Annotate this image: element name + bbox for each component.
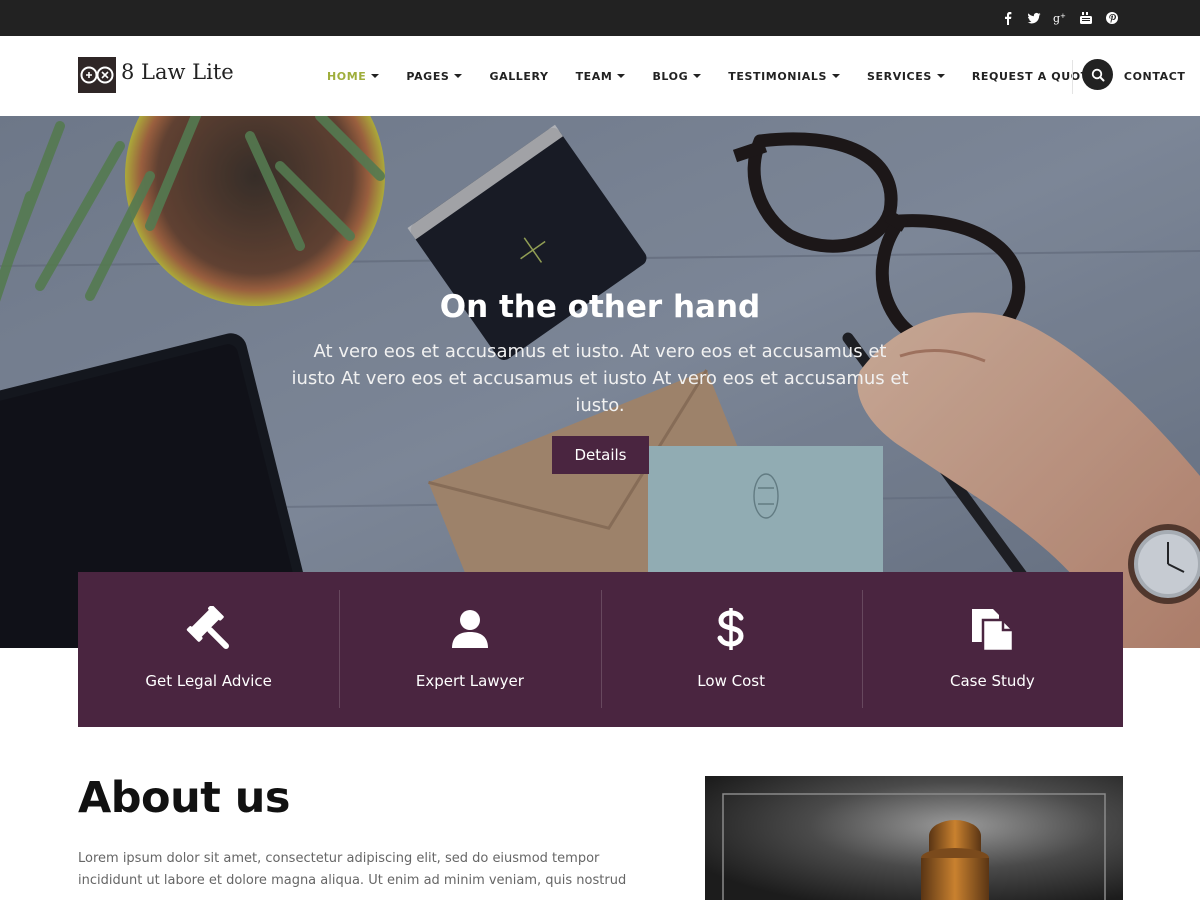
nav-label: TESTIMONIALS [728,69,828,83]
logo-mark[interactable] [78,57,116,93]
features-strip: Get Legal Advice Expert Lawyer Low Cost [78,572,1123,727]
nav-label: HOME [327,69,367,83]
social-links: g + [1000,9,1120,27]
hero-title: On the other hand [439,289,761,325]
nav-item-gallery[interactable]: GALLERY [489,70,548,83]
twitter-icon[interactable] [1026,9,1042,27]
nav-label: PAGES [406,69,450,83]
nav-item-request-a-quote[interactable]: REQUEST A QUOTE [972,70,1097,83]
chevron-down-icon [617,74,626,78]
feature-label: Case Study [949,672,1035,690]
nav-item-home[interactable]: HOME [327,69,380,83]
feature-label: Low Cost [697,672,765,690]
nav-divider [1072,60,1073,94]
nav-item-pages[interactable]: PAGES [406,69,463,83]
nav-item-contact[interactable]: CONTACT [1124,70,1186,83]
user-icon [447,606,493,652]
nav-label: TEAM [575,69,613,83]
main-nav: HOME PAGES GALLERY TEAM BLOG TESTIMONIAL… [327,36,1200,116]
svg-text:g: g [1053,12,1060,25]
svg-text:+: + [1060,12,1066,20]
chevron-down-icon [832,74,841,78]
search-button[interactable] [1082,59,1113,90]
nav-label: REQUEST A QUOTE [971,69,1097,83]
hero-slider: On the other hand At vero eos et accusam… [0,116,1200,648]
facebook-icon[interactable] [1000,9,1016,27]
nav-item-services[interactable]: SERVICES [867,70,945,83]
site-header: 8 Law Lite HOME PAGES GALLERY TEAM BLOG … [0,36,1200,116]
logo-icon [80,66,114,84]
dollar-icon [708,606,754,652]
site-title[interactable]: 8 Law Lite [121,60,234,84]
chevron-down-icon [371,74,380,78]
google-plus-icon[interactable]: g + [1052,9,1068,27]
feature-label: Expert Lawyer [415,672,524,690]
details-button[interactable]: Details [552,436,649,474]
feature-label: Get Legal Advice [145,672,272,690]
nav-label: BLOG [652,69,689,83]
nav-item-team[interactable]: TEAM [576,70,626,83]
nav-label: SERVICES [867,69,932,83]
gavel-icon [186,606,232,652]
feature-case-study[interactable]: Case Study [861,572,1123,727]
nav-label: GALLERY [489,69,549,83]
nav-item-blog[interactable]: BLOG [652,69,702,83]
top-social-bar: g + [0,0,1200,36]
about-title: About us [78,773,290,823]
nav-label: CONTACT [1123,69,1186,83]
about-image-gavel [705,776,1123,900]
feature-low-cost[interactable]: Low Cost [600,572,862,727]
search-icon [1091,68,1104,81]
pinterest-icon[interactable] [1104,9,1120,27]
feature-expert-lawyer[interactable]: Expert Lawyer [339,572,600,727]
document-icon [969,606,1015,652]
youtube-icon[interactable] [1078,9,1094,27]
nav-item-testimonials[interactable]: TESTIMONIALS [728,69,841,83]
feature-get-legal-advice[interactable]: Get Legal Advice [78,572,339,727]
about-text: Lorem ipsum dolor sit amet, consectetur … [78,851,627,888]
chevron-down-icon [454,74,463,78]
chevron-down-icon [693,74,702,78]
chevron-down-icon [936,74,945,78]
hero-text: At vero eos et accusamus et iusto. At ve… [291,341,909,416]
